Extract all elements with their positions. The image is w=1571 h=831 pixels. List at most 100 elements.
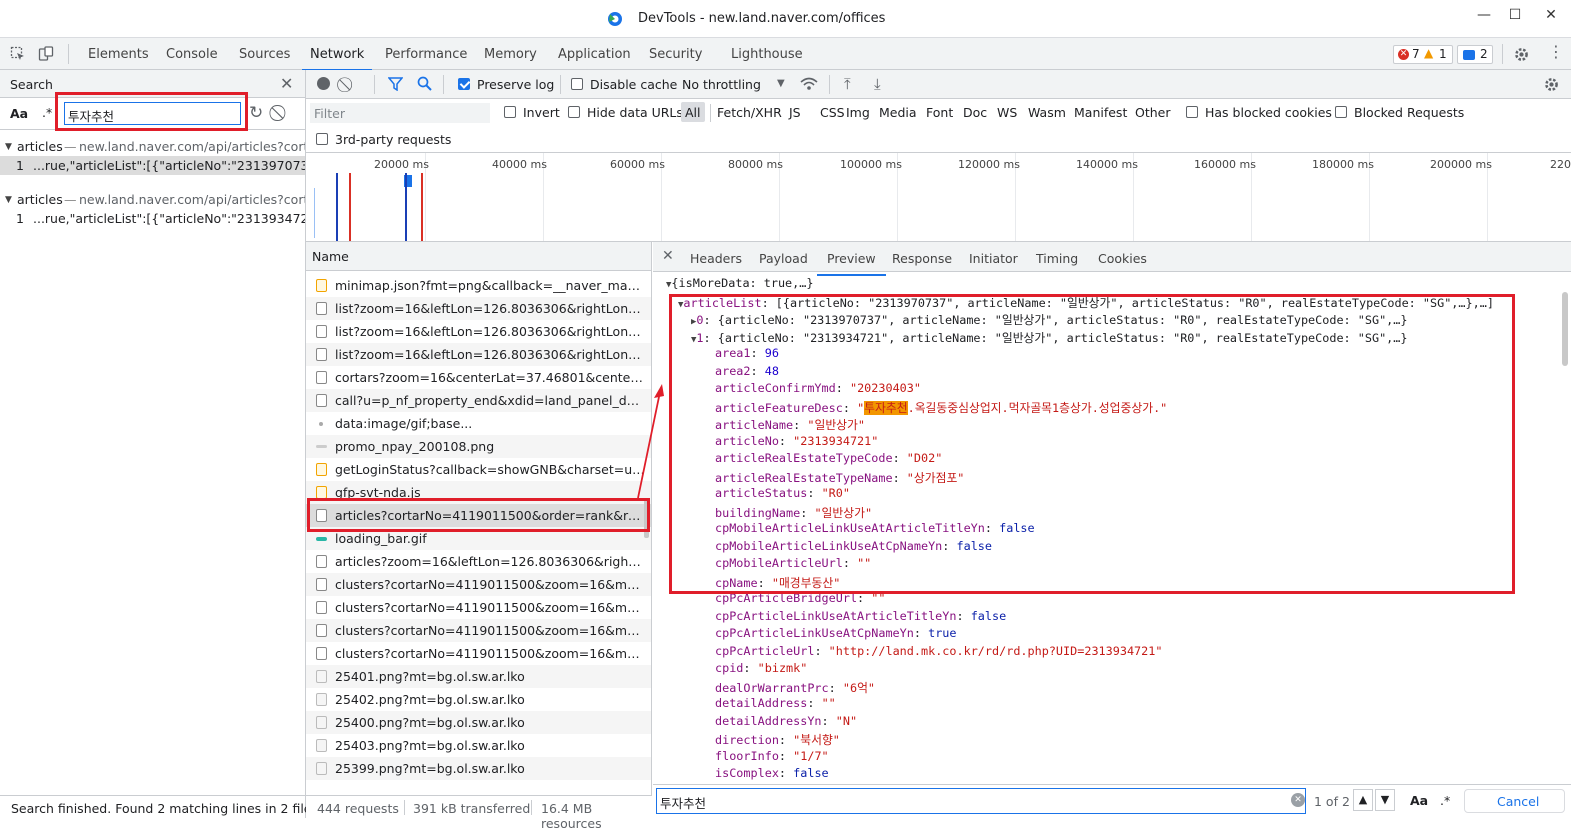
filter-type-doc[interactable]: Doc bbox=[963, 105, 987, 120]
device-toolbar-icon[interactable] bbox=[38, 46, 54, 62]
request-row[interactable]: list?zoom=16&leftLon=126.8036306&rightLo… bbox=[306, 343, 651, 366]
network-conditions-icon[interactable] bbox=[800, 76, 818, 92]
clear-find-icon[interactable]: ✕ bbox=[1291, 793, 1305, 807]
request-row[interactable]: call?u=p_nf_property_end&xdid=land_panel… bbox=[306, 389, 651, 412]
third-party-checkbox[interactable] bbox=[316, 133, 328, 145]
tab-headers[interactable]: Headers bbox=[690, 251, 742, 266]
filter-icon[interactable] bbox=[388, 77, 403, 91]
json-field[interactable]: floorInfo: "1/7" bbox=[715, 749, 829, 763]
has-blocked-cookies-checkbox[interactable] bbox=[1186, 106, 1198, 118]
filter-type-all[interactable]: All bbox=[685, 105, 701, 120]
filter-type-fetch[interactable]: Fetch/XHR bbox=[717, 105, 782, 120]
tab-response[interactable]: Response bbox=[892, 251, 952, 266]
search-result-line[interactable]: 1 ...rue,"articleList":[{"articleNo":"23… bbox=[0, 209, 305, 228]
filter-type-manifest[interactable]: Manifest bbox=[1074, 105, 1127, 120]
issues-counter[interactable]: ✕ 7 ▲ 1 bbox=[1393, 45, 1453, 64]
messages-counter[interactable]: 2 bbox=[1457, 45, 1493, 64]
request-row[interactable]: cortars?zoom=16&centerLat=37.46801&cente… bbox=[306, 366, 651, 389]
blocked-requests-checkbox[interactable] bbox=[1335, 106, 1347, 118]
filter-type-img[interactable]: Img bbox=[846, 105, 870, 120]
minimize-button[interactable]: — bbox=[1469, 4, 1499, 26]
expand-triangle-icon[interactable]: ▼ bbox=[5, 142, 12, 152]
request-row[interactable]: 25401.png?mt=bg.ol.sw.ar.lko bbox=[306, 665, 651, 688]
search-result-group[interactable]: ▼ articles — new.land.naver.com/api/arti… bbox=[0, 137, 305, 175]
timeline-overview[interactable]: 20000 ms 40000 ms 60000 ms 80000 ms 1000… bbox=[306, 153, 1571, 242]
request-row[interactable]: data:image/gif;base... bbox=[306, 412, 651, 435]
tab-memory[interactable]: Memory bbox=[484, 47, 537, 62]
more-menu-icon[interactable]: ⋮ bbox=[1548, 44, 1564, 60]
tab-performance[interactable]: Performance bbox=[385, 47, 467, 62]
request-row[interactable]: clusters?cortarNo=4119011500&zoom=16&mar… bbox=[306, 596, 651, 619]
request-row[interactable]: promo_npay_200108.png bbox=[306, 435, 651, 458]
tab-elements[interactable]: Elements bbox=[88, 47, 149, 62]
request-row[interactable]: articles?zoom=16&leftLon=126.8036306&rig… bbox=[306, 550, 651, 573]
hide-data-urls-checkbox[interactable] bbox=[568, 106, 580, 118]
tab-cookies[interactable]: Cookies bbox=[1098, 251, 1147, 266]
close-detail-icon[interactable]: ✕ bbox=[662, 248, 674, 264]
search-result-group[interactable]: ▼ articles — new.land.naver.com/api/arti… bbox=[0, 190, 305, 228]
request-row[interactable]: list?zoom=16&leftLon=126.8036306&rightLo… bbox=[306, 320, 651, 343]
request-row[interactable]: 25399.png?mt=bg.ol.sw.ar.lko bbox=[306, 757, 651, 780]
close-window-button[interactable]: ✕ bbox=[1536, 4, 1566, 26]
tab-payload[interactable]: Payload bbox=[759, 251, 808, 266]
import-har-icon[interactable]: ⤒ bbox=[844, 75, 851, 93]
json-field[interactable]: detailAddress: "" bbox=[715, 696, 836, 710]
name-column-header[interactable]: Name bbox=[312, 249, 349, 264]
filter-type-js[interactable]: JS bbox=[789, 105, 801, 120]
request-row[interactable]: list?zoom=16&leftLon=126.8036306&rightLo… bbox=[306, 297, 651, 320]
search-result-line[interactable]: 1 ...rue,"articleList":[{"articleNo":"23… bbox=[0, 156, 305, 175]
request-row[interactable]: minimap.json?fmt=png&callback=__naver_ma… bbox=[306, 274, 651, 297]
search-icon[interactable] bbox=[417, 76, 432, 91]
cancel-button[interactable]: Cancel bbox=[1464, 789, 1565, 813]
filter-type-ws[interactable]: WS bbox=[997, 105, 1017, 120]
filter-input[interactable]: Filter bbox=[310, 103, 490, 123]
find-regex-button[interactable]: .* bbox=[1440, 793, 1450, 808]
chevron-down-icon[interactable]: ▼ bbox=[777, 78, 785, 89]
request-row[interactable]: 25402.png?mt=bg.ol.sw.ar.lko bbox=[306, 688, 651, 711]
request-row[interactable]: 25400.png?mt=bg.ol.sw.ar.lko bbox=[306, 711, 651, 734]
refresh-icon[interactable]: ↻ bbox=[249, 103, 263, 123]
json-field[interactable]: direction: "북서향" bbox=[715, 731, 840, 748]
regex-button[interactable]: .* bbox=[42, 105, 52, 120]
filter-type-font[interactable]: Font bbox=[926, 105, 953, 120]
request-row[interactable]: clusters?cortarNo=4119011500&zoom=16&mar… bbox=[306, 573, 651, 596]
disable-cache-checkbox[interactable] bbox=[571, 78, 583, 90]
tab-sources[interactable]: Sources bbox=[239, 47, 290, 62]
preserve-log-checkbox[interactable] bbox=[458, 78, 470, 90]
find-input[interactable]: 투자추천 ✕ bbox=[656, 788, 1306, 814]
expand-triangle-icon[interactable]: ▼ bbox=[5, 195, 12, 205]
tab-security[interactable]: Security bbox=[649, 47, 702, 62]
json-field[interactable]: detailAddressYn: "N" bbox=[715, 714, 857, 728]
close-search-icon[interactable]: ✕ bbox=[280, 74, 293, 93]
tab-lighthouse[interactable]: Lighthouse bbox=[731, 47, 803, 62]
json-field[interactable]: cpPcArticleLinkUseAtArticleTitleYn: fals… bbox=[715, 609, 1006, 623]
filter-type-wasm[interactable]: Wasm bbox=[1028, 105, 1066, 120]
next-match-icon[interactable]: ▼ bbox=[1375, 789, 1395, 811]
tab-preview[interactable]: Preview bbox=[817, 251, 886, 276]
json-field[interactable]: cpPcArticleLinkUseAtCpNameYn: true bbox=[715, 626, 957, 640]
tab-timing[interactable]: Timing bbox=[1036, 251, 1078, 266]
network-settings-gear-icon[interactable] bbox=[1543, 76, 1560, 93]
tab-network[interactable]: Network bbox=[301, 47, 373, 71]
settings-gear-icon[interactable] bbox=[1513, 46, 1530, 63]
preview-scrollbar-thumb[interactable] bbox=[1562, 292, 1568, 366]
json-root[interactable]: ▼{isMoreData: true,…} bbox=[666, 276, 813, 290]
export-har-icon[interactable]: ⤓ bbox=[874, 75, 881, 93]
find-match-case-button[interactable]: Aa bbox=[1410, 793, 1428, 808]
json-field[interactable]: dealOrWarrantPrc: "6억" bbox=[715, 679, 875, 696]
filter-type-media[interactable]: Media bbox=[879, 105, 917, 120]
tab-initiator[interactable]: Initiator bbox=[969, 251, 1018, 266]
filter-type-css[interactable]: CSS bbox=[820, 105, 845, 120]
request-row[interactable]: clusters?cortarNo=4119011500&zoom=16&mar… bbox=[306, 642, 651, 665]
json-field[interactable]: cpPcArticleUrl: "http://land.mk.co.kr/rd… bbox=[715, 644, 1162, 658]
invert-checkbox[interactable] bbox=[504, 106, 516, 118]
previous-match-icon[interactable]: ▲ bbox=[1353, 789, 1373, 811]
filter-type-other[interactable]: Other bbox=[1135, 105, 1171, 120]
maximize-button[interactable]: ☐ bbox=[1500, 4, 1530, 26]
request-row[interactable]: clusters?cortarNo=4119011500&zoom=16&mar… bbox=[306, 619, 651, 642]
inspect-element-icon[interactable] bbox=[10, 46, 26, 62]
tab-console[interactable]: Console bbox=[166, 47, 218, 62]
match-case-button[interactable]: Aa bbox=[10, 106, 28, 121]
request-row[interactable]: 25403.png?mt=bg.ol.sw.ar.lko bbox=[306, 734, 651, 757]
record-icon[interactable] bbox=[317, 77, 330, 90]
